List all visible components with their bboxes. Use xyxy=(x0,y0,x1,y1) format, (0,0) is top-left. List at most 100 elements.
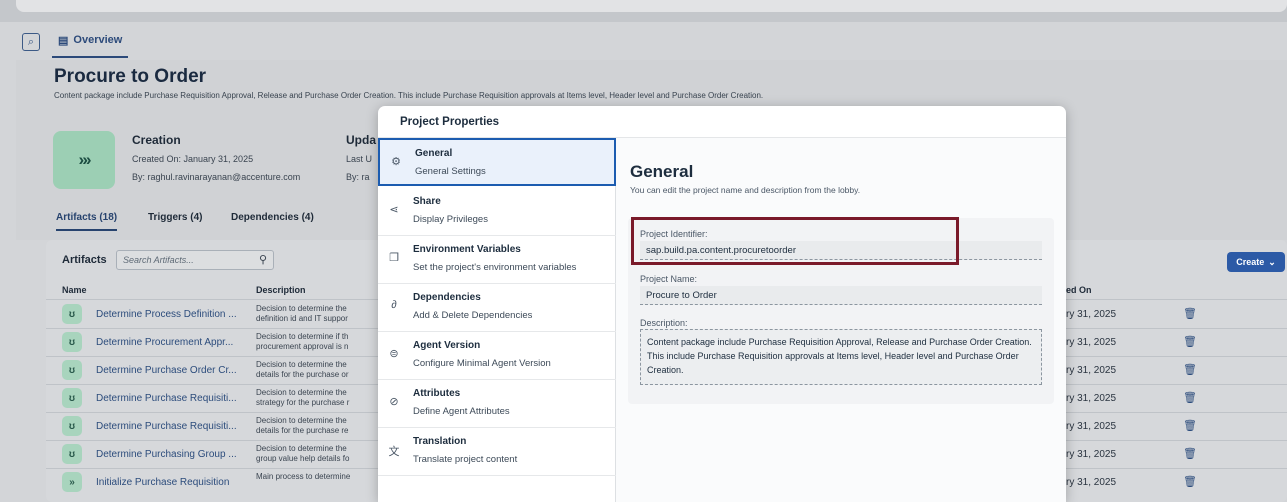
nav-item-attributes[interactable]: ⊘ Attributes Define Agent Attributes xyxy=(378,380,616,428)
nav-item-environment-variables[interactable]: ❐ Environment Variables Set the project'… xyxy=(378,236,616,284)
artifact-name-link[interactable]: Determine Purchase Requisiti... xyxy=(96,393,237,404)
gear-icon: ⚙ xyxy=(391,156,401,168)
tab-artifacts[interactable]: Artifacts (18) xyxy=(56,212,118,231)
delete-icon[interactable]: 🗑 xyxy=(1183,475,1197,488)
nav-item-dependencies[interactable]: ∂ Dependencies Add & Delete Dependencies xyxy=(378,284,616,332)
artifact-description-line: Decision to determine the xyxy=(256,360,347,369)
nav-item-share[interactable]: ⋖ Share Display Privileges xyxy=(378,188,616,236)
artifact-type-icon: ʊ xyxy=(62,332,82,352)
nav-item-agent-version[interactable]: ⊜ Agent Version Configure Minimal Agent … xyxy=(378,332,616,380)
artifact-description: Decision to determine the strategy for th… xyxy=(256,388,376,408)
project-name-label: Project Name: xyxy=(640,274,698,284)
created-on: Created On: January 31, 2025 xyxy=(132,154,254,164)
nav-item-title: Translation xyxy=(413,436,467,447)
artifact-description-line: Decision to determine the xyxy=(256,304,347,313)
column-header-name[interactable]: Name xyxy=(62,285,87,295)
nav-item-title: Agent Version xyxy=(413,340,481,351)
nav-item-general[interactable]: ⚙ General General Settings xyxy=(378,138,616,186)
page-title: Procure to Order xyxy=(54,66,207,87)
nav-item-subtitle: General Settings xyxy=(415,166,486,177)
delete-icon[interactable]: 🗑 xyxy=(1183,307,1197,320)
artifact-description: Main process to determine xyxy=(256,472,376,482)
delete-icon[interactable]: 🗑 xyxy=(1183,391,1197,404)
artifacts-label: Artifacts xyxy=(62,254,107,266)
nav-item-title: Dependencies xyxy=(413,292,481,303)
nav-item-subtitle: Define Agent Attributes xyxy=(413,406,510,417)
artifacts-search-input[interactable]: Search Artifacts... ⚲ xyxy=(116,250,274,270)
nav-item-title: Environment Variables xyxy=(413,244,521,255)
tab-overview-label: Overview xyxy=(73,34,123,46)
highlight-box xyxy=(631,217,959,265)
nav-item-subtitle: Display Privileges xyxy=(413,214,488,225)
create-button[interactable]: Create ⌄ xyxy=(1227,252,1285,272)
artifact-type-icon: ʊ xyxy=(62,360,82,380)
project-name-field[interactable]: Procure to Order xyxy=(640,286,1042,305)
artifact-changed-on: ry 31, 2025 xyxy=(1066,365,1117,376)
artifact-description-line: Decision to determine the xyxy=(256,416,347,425)
nav-item-subtitle: Configure Minimal Agent Version xyxy=(413,358,551,369)
document-icon: ❐ xyxy=(389,252,399,264)
nav-item-subtitle: Translate project content xyxy=(413,454,518,465)
nav-item-subtitle: Add & Delete Dependencies xyxy=(413,310,533,321)
artifact-changed-on: ry 31, 2025 xyxy=(1066,477,1117,488)
artifact-description-line: Decision to determine if th xyxy=(256,332,349,341)
artifact-description-line: group value help details fo xyxy=(256,454,350,463)
artifact-description-line: Decision to determine the xyxy=(256,388,347,397)
artifact-name-link[interactable]: Initialize Purchase Requisition xyxy=(96,477,229,488)
artifact-description-line: strategy for the purchase r xyxy=(256,398,350,407)
artifact-type-icon: ʊ xyxy=(62,444,82,464)
artifact-name-link[interactable]: Determine Process Definition ... xyxy=(96,309,237,320)
artifact-description: Decision to determine if th procurement a… xyxy=(256,332,376,352)
search-icon[interactable]: ⚲ xyxy=(259,253,267,266)
overview-icon: ▤ xyxy=(58,34,69,47)
delete-icon[interactable]: 🗑 xyxy=(1183,419,1197,432)
artifact-type-icon: ʊ xyxy=(62,388,82,408)
link-icon: ∂ xyxy=(391,299,397,311)
artifact-type-icon: ʊ xyxy=(62,416,82,436)
nav-item-title: Share xyxy=(413,196,441,207)
dialog-title: Project Properties xyxy=(400,116,500,128)
artifact-name-link[interactable]: Determine Purchase Order Cr... xyxy=(96,365,237,376)
artifact-name-link[interactable]: Determine Procurement Appr... xyxy=(96,337,233,348)
column-header-description[interactable]: Description xyxy=(256,285,306,295)
project-avatar-icon: »› xyxy=(53,131,115,189)
updated-by: By: ra xyxy=(346,172,370,182)
artifact-description: Decision to determine the details for the… xyxy=(256,360,376,380)
nav-item-subtitle: Set the project's environment variables xyxy=(413,262,577,273)
artifact-description: Decision to determine the definition id a… xyxy=(256,304,376,324)
delete-icon[interactable]: 🗑 xyxy=(1183,335,1197,348)
artifact-changed-on: ry 31, 2025 xyxy=(1066,393,1117,404)
artifact-name-link[interactable]: Determine Purchase Requisiti... xyxy=(96,421,237,432)
tag-icon: ⊘ xyxy=(389,396,399,408)
general-subheading: You can edit the project name and descri… xyxy=(630,185,861,195)
description-field[interactable]: Content package include Purchase Requisi… xyxy=(640,329,1042,385)
description-label: Description: xyxy=(640,318,688,328)
create-label: Create xyxy=(1236,257,1265,267)
delete-icon[interactable]: 🗑 xyxy=(1183,447,1197,460)
page-description: Content package include Purchase Requisi… xyxy=(54,91,764,100)
properties-nav: ⚙ General General Settings ⋖ Share Displ… xyxy=(378,138,616,502)
tab-triggers[interactable]: Triggers (4) xyxy=(148,212,202,223)
artifact-type-icon: ʊ xyxy=(62,304,82,324)
nav-item-title: General xyxy=(415,148,453,159)
share-icon: ⋖ xyxy=(389,204,399,216)
search-placeholder: Search Artifacts... xyxy=(123,255,194,265)
search-panel-icon[interactable]: ⌕ xyxy=(22,33,40,51)
artifact-description-line: Main process to determine xyxy=(256,472,351,481)
chevron-down-icon: ⌄ xyxy=(1268,256,1276,267)
delete-icon[interactable]: 🗑 xyxy=(1183,363,1197,376)
tab-dependencies[interactable]: Dependencies (4) xyxy=(231,212,314,223)
column-header-changed-on[interactable]: ed On xyxy=(1066,285,1092,295)
artifact-description-line: procurement approval is n xyxy=(256,342,349,351)
artifact-description: Decision to determine the group value hel… xyxy=(256,444,376,464)
nav-item-translation[interactable]: 文 Translation Translate project content xyxy=(378,428,616,476)
artifact-description-line: details for the purchase re xyxy=(256,426,349,435)
artifact-name-link[interactable]: Determine Purchasing Group ... xyxy=(96,449,237,460)
update-heading: Upda xyxy=(346,133,376,147)
artifact-changed-on: ry 31, 2025 xyxy=(1066,449,1117,460)
artifact-changed-on: ry 31, 2025 xyxy=(1066,421,1117,432)
artifact-type-icon: » xyxy=(62,472,82,492)
artifact-description-line: Decision to determine the xyxy=(256,444,347,453)
tab-overview[interactable]: ▤ Overview xyxy=(52,24,129,58)
artifact-description: Decision to determine the details for the… xyxy=(256,416,376,436)
